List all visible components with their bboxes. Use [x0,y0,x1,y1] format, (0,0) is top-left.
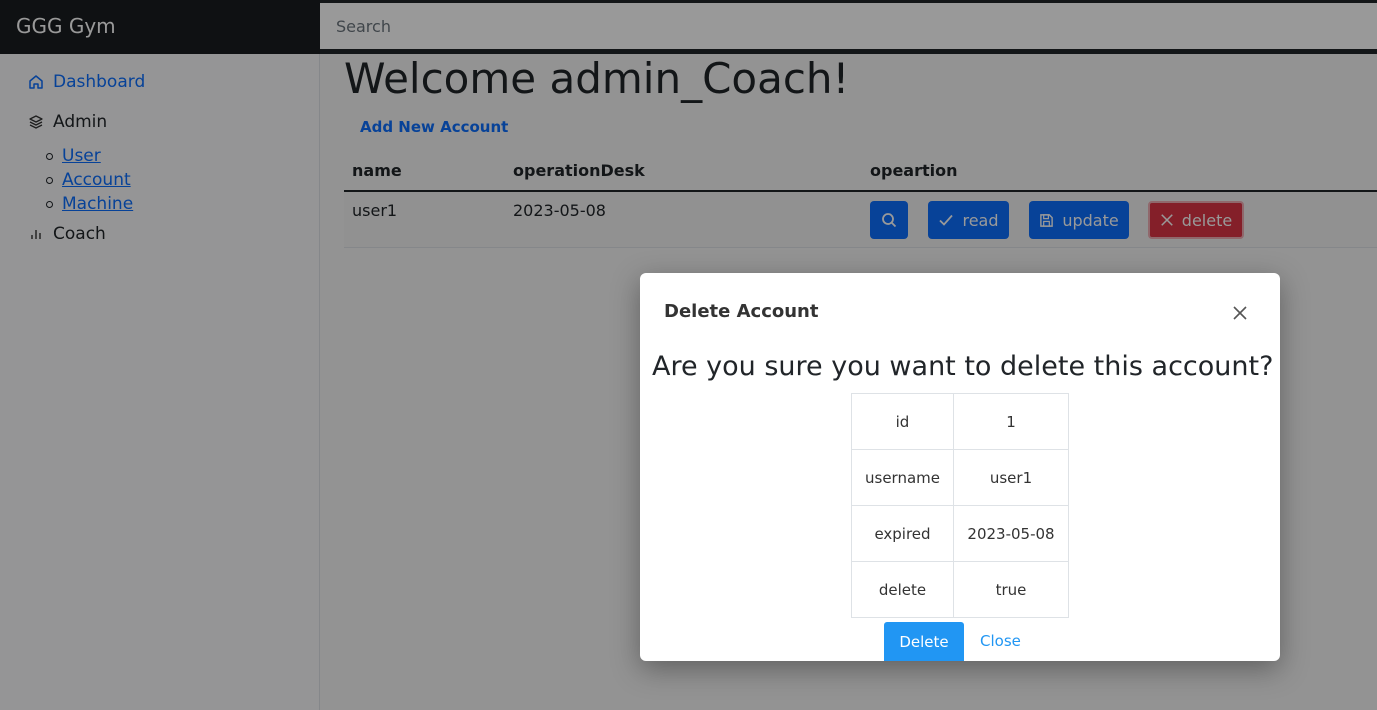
field-value: 2023-05-08 [953,505,1069,562]
table-row: id 1 [851,393,1069,450]
modal-title: Delete Account [664,301,819,322]
close-icon[interactable] [1232,305,1248,321]
confirmation-question: Are you sure you want to delete this acc… [652,351,1274,382]
field-key: id [851,393,954,450]
field-value: user1 [953,449,1069,506]
delete-account-modal: Delete Account Are you sure you want to … [640,273,1280,661]
field-key: expired [851,505,954,562]
table-row: username user1 [851,449,1069,506]
account-details-table: id 1 username user1 expired 2023-05-08 d… [851,393,1069,618]
table-row: delete true [851,561,1069,618]
close-button[interactable]: Close [980,622,1021,661]
field-value: true [953,561,1069,618]
field-value: 1 [953,393,1069,450]
field-key: username [851,449,954,506]
confirm-delete-button[interactable]: Delete [884,622,964,661]
field-key: delete [851,561,954,618]
table-row: expired 2023-05-08 [851,505,1069,562]
